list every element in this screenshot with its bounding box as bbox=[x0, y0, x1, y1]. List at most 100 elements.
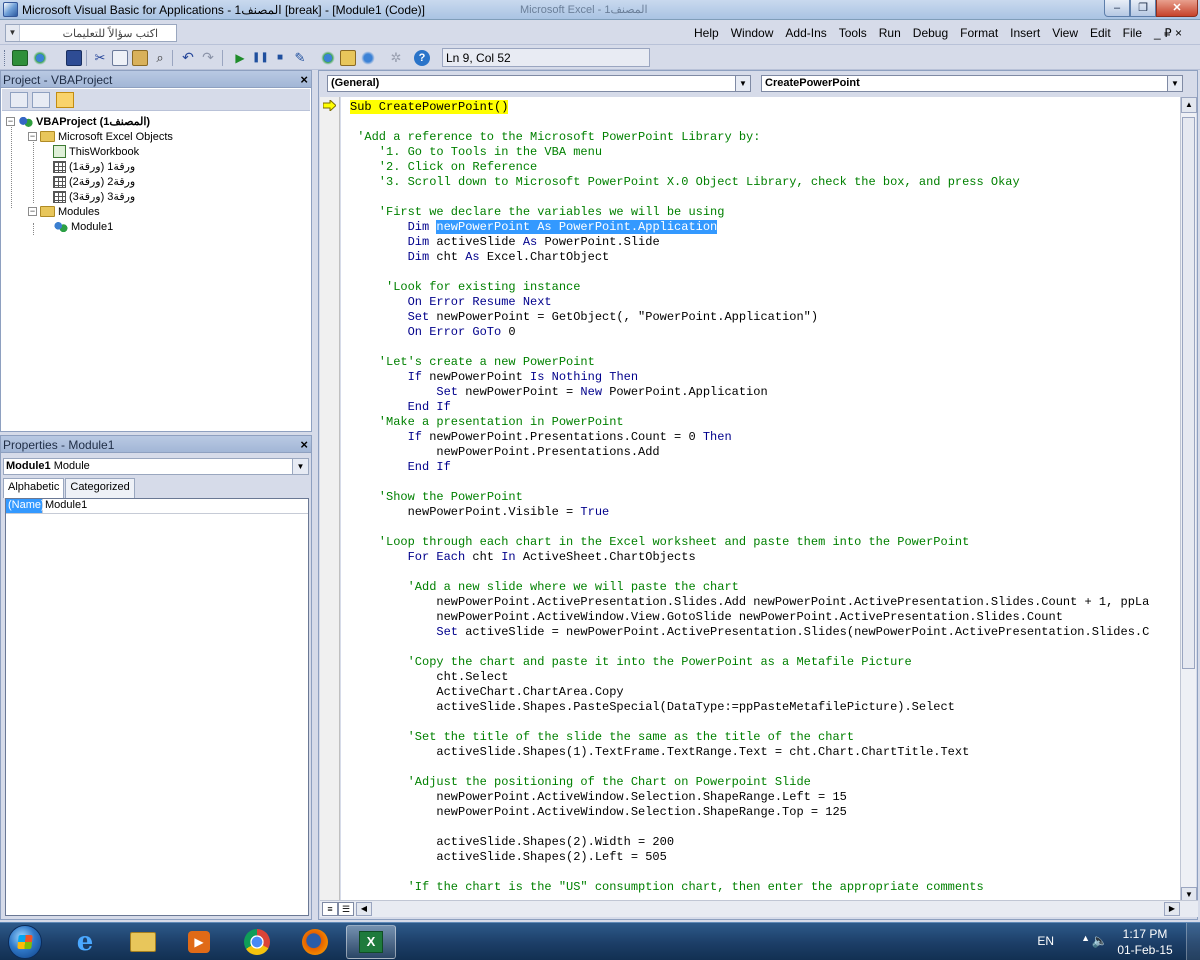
properties-window-icon[interactable] bbox=[340, 50, 356, 66]
tab-categorized[interactable]: Categorized bbox=[65, 478, 135, 498]
code-line[interactable]: Set activeSlide = newPowerPoint.ActivePr… bbox=[436, 625, 1149, 640]
object-combo[interactable]: (General) ▼ bbox=[327, 75, 751, 92]
tree-item-project[interactable]: − VBAProject (المصنف1) bbox=[6, 114, 150, 129]
find-icon[interactable]: ⌕ bbox=[152, 50, 168, 66]
stop-icon[interactable]: ■ bbox=[272, 50, 288, 66]
code-line[interactable]: 'First we declare the variables we will … bbox=[379, 205, 725, 220]
code-line[interactable]: activeSlide.Shapes(2).Left = 505 bbox=[436, 850, 666, 865]
code-line[interactable]: activeSlide.Shapes(1).TextFrame.TextRang… bbox=[436, 745, 969, 760]
paste-icon[interactable] bbox=[132, 50, 148, 66]
code-line[interactable]: Sub CreatePowerPoint() bbox=[350, 100, 509, 115]
tree-item-thisworkbook[interactable]: ThisWorkbook bbox=[53, 144, 139, 159]
run-icon[interactable]: ▶ bbox=[232, 50, 248, 66]
mdi-controls[interactable]: _ ₽ × bbox=[1154, 26, 1182, 40]
chevron-down-icon[interactable]: ▼ bbox=[735, 76, 750, 91]
volume-icon[interactable]: 🔈 bbox=[1092, 933, 1108, 949]
code-line[interactable]: newPowerPoint.Visible = True bbox=[408, 505, 610, 520]
code-line[interactable]: cht.Select bbox=[436, 670, 508, 685]
show-desktop-button[interactable] bbox=[1186, 923, 1200, 960]
code-line[interactable]: 'Adjust the positioning of the Chart on … bbox=[408, 775, 811, 790]
code-line[interactable]: Set newPowerPoint = GetObject(, "PowerPo… bbox=[408, 310, 818, 325]
indicator-margin[interactable] bbox=[320, 97, 340, 903]
menu-add-ins[interactable]: Add-Ins bbox=[785, 26, 826, 40]
toolbox-icon[interactable]: ✲ bbox=[388, 50, 404, 66]
code-line[interactable]: 'Add a reference to the Microsoft PowerP… bbox=[357, 130, 760, 145]
code-line[interactable]: activeSlide.Shapes(2).Width = 200 bbox=[436, 835, 674, 850]
close-icon[interactable]: × bbox=[300, 72, 308, 87]
insert-module-icon[interactable] bbox=[32, 50, 48, 66]
code-line[interactable]: newPowerPoint.ActiveWindow.Selection.Sha… bbox=[436, 790, 846, 805]
menu-help[interactable]: Help bbox=[694, 26, 719, 40]
procedure-combo[interactable]: CreatePowerPoint ▼ bbox=[761, 75, 1183, 92]
close-icon[interactable]: × bbox=[300, 437, 308, 452]
code-line[interactable]: 'Look for existing instance bbox=[386, 280, 580, 295]
ask-question-box[interactable]: ▼ اكتب سؤالاً للتعليمات bbox=[5, 24, 177, 42]
tree-item-sheet3[interactable]: ورقة3 (ورقة3) bbox=[53, 189, 135, 204]
clock-time[interactable]: 1:17 PM bbox=[1112, 927, 1178, 941]
maximize-button[interactable]: ❐ bbox=[1130, 0, 1156, 17]
code-line[interactable]: 'Add a new slide where we will paste the… bbox=[408, 580, 739, 595]
full-module-view-icon[interactable]: ☰ bbox=[338, 902, 354, 916]
collapse-icon[interactable]: − bbox=[28, 132, 37, 141]
menu-tools[interactable]: Tools bbox=[839, 26, 867, 40]
taskbar-chrome[interactable] bbox=[232, 925, 282, 959]
code-line[interactable]: newPowerPoint.ActiveWindow.View.GotoSlid… bbox=[436, 610, 1063, 625]
tab-alphabetic[interactable]: Alphabetic bbox=[3, 478, 65, 498]
save-icon[interactable] bbox=[66, 50, 82, 66]
toolbar-grip[interactable] bbox=[4, 50, 7, 66]
menu-view[interactable]: View bbox=[1052, 26, 1078, 40]
object-selector[interactable]: Module1 Module ▼ bbox=[3, 458, 309, 475]
language-indicator[interactable]: EN bbox=[1037, 934, 1054, 948]
menu-debug[interactable]: Debug bbox=[913, 26, 948, 40]
code-line[interactable]: On Error Resume Next bbox=[408, 295, 552, 310]
code-line[interactable]: Dim cht As Excel.ChartObject bbox=[408, 250, 610, 265]
code-line[interactable]: 'Let's create a new PowerPoint bbox=[379, 355, 595, 370]
menu-format[interactable]: Format bbox=[960, 26, 998, 40]
vertical-scrollbar[interactable]: ▲ ▼ bbox=[1180, 97, 1197, 903]
chevron-down-icon[interactable]: ▼ bbox=[292, 459, 308, 474]
pause-icon[interactable]: ❚❚ bbox=[252, 50, 269, 66]
view-excel-icon[interactable] bbox=[12, 50, 28, 66]
taskbar-file-explorer[interactable] bbox=[118, 925, 168, 959]
code-line[interactable]: 'If the chart is the "US" consumption ch… bbox=[408, 880, 984, 895]
help-icon[interactable]: ? bbox=[414, 50, 430, 66]
tree-item-excel-objects[interactable]: − Microsoft Excel Objects bbox=[28, 129, 173, 144]
code-line[interactable]: For Each cht In ActiveSheet.ChartObjects bbox=[408, 550, 696, 565]
code-line[interactable]: ActiveChart.ChartArea.Copy bbox=[436, 685, 623, 700]
taskbar-media-player[interactable]: ▶ bbox=[174, 925, 224, 959]
property-row[interactable]: (Name) Module1 bbox=[6, 499, 308, 514]
design-mode-icon[interactable]: ✎ bbox=[292, 50, 308, 66]
toggle-folders-icon[interactable] bbox=[56, 92, 74, 108]
menu-edit[interactable]: Edit bbox=[1090, 26, 1111, 40]
code-line[interactable]: Set newPowerPoint = New PowerPoint.Appli… bbox=[436, 385, 767, 400]
clock-date[interactable]: 01-Feb-15 bbox=[1112, 943, 1178, 957]
menu-insert[interactable]: Insert bbox=[1010, 26, 1040, 40]
object-browser-icon[interactable] bbox=[360, 50, 376, 66]
code-line[interactable]: 'Show the PowerPoint bbox=[379, 490, 523, 505]
minimize-button[interactable]: ‒ bbox=[1104, 0, 1130, 17]
taskbar-internet-explorer[interactable]: e bbox=[60, 925, 110, 959]
redo-icon[interactable]: ↷ bbox=[200, 50, 216, 66]
taskbar-excel[interactable]: X bbox=[346, 925, 396, 959]
scroll-right-icon[interactable]: ▶ bbox=[1164, 902, 1180, 916]
code-line[interactable]: End If bbox=[408, 400, 451, 415]
undo-icon[interactable]: ↶ bbox=[180, 50, 196, 66]
code-line[interactable]: 'Make a presentation in PowerPoint bbox=[379, 415, 624, 430]
code-line[interactable]: 'Loop through each chart in the Excel wo… bbox=[379, 535, 970, 550]
tree-item-modules[interactable]: − Modules bbox=[28, 204, 100, 219]
chevron-down-icon[interactable]: ▼ bbox=[1167, 76, 1182, 91]
code-editor[interactable]: Sub CreatePowerPoint() 'Add a reference t… bbox=[341, 97, 1181, 903]
menu-file[interactable]: File bbox=[1123, 26, 1142, 40]
tree-item-sheet1[interactable]: ورقة1 (ورقة1) bbox=[53, 159, 135, 174]
cut-icon[interactable]: ✂ bbox=[92, 50, 108, 66]
code-line[interactable]: If newPowerPoint Is Nothing Then bbox=[408, 370, 638, 385]
code-line[interactable]: '2. Click on Reference bbox=[379, 160, 537, 175]
code-line[interactable]: Dim activeSlide As PowerPoint.Slide bbox=[408, 235, 660, 250]
code-line[interactable]: activeSlide.Shapes.PasteSpecial(DataType… bbox=[436, 700, 954, 715]
code-line[interactable]: newPowerPoint.ActiveWindow.Selection.Sha… bbox=[436, 805, 846, 820]
menu-window[interactable]: Window bbox=[731, 26, 774, 40]
view-object-icon[interactable] bbox=[32, 92, 50, 108]
tree-item-sheet2[interactable]: ورقة2 (ورقة2) bbox=[53, 174, 135, 189]
code-line[interactable]: '3. Scroll down to Microsoft PowerPoint … bbox=[379, 175, 1020, 190]
tree-item-module1[interactable]: Module1 bbox=[53, 219, 113, 234]
